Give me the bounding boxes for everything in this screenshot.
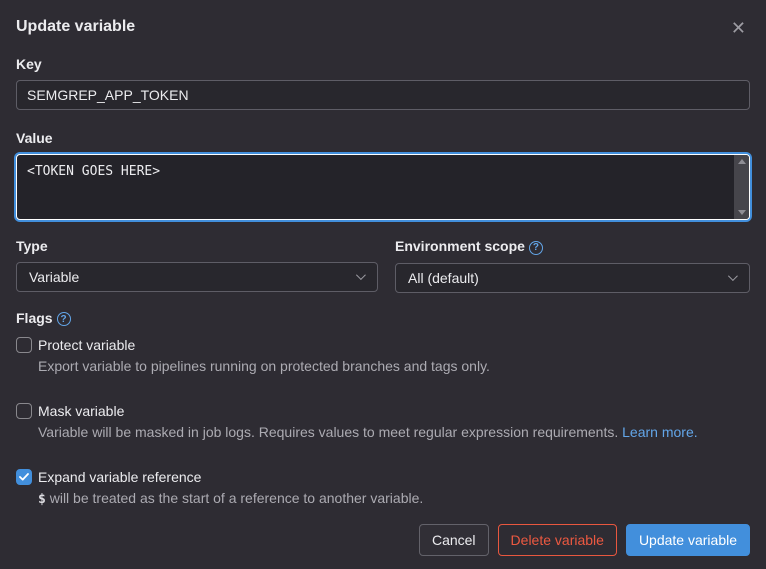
delete-variable-button[interactable]: Delete variable [498, 524, 617, 556]
chevron-down-icon [356, 270, 366, 280]
value-textarea-focus-ring: <TOKEN GOES HERE> [16, 154, 750, 220]
flags-section: Flags? Protect variable Export variable … [16, 310, 750, 511]
modal-footer: Cancel Delete variable Update variable [419, 524, 750, 556]
type-select-value: Variable [29, 269, 79, 285]
mask-variable-description: Variable will be masked in job logs. Req… [38, 422, 698, 442]
mask-variable-checkbox[interactable] [16, 403, 32, 419]
modal-header: Update variable ✕ [16, 16, 750, 39]
protect-variable-label: Protect variable [38, 336, 490, 354]
cancel-button[interactable]: Cancel [419, 524, 489, 556]
environment-scope-field-group: Environment scope? All (default) [395, 238, 750, 293]
environment-scope-label: Environment scope? [395, 238, 750, 255]
mask-variable-row: Mask variable Variable will be masked in… [16, 402, 750, 442]
update-variable-modal: Update variable ✕ Key Value <TOKEN GOES … [0, 0, 766, 569]
environment-scope-help-icon[interactable]: ? [529, 241, 543, 255]
modal-title: Update variable [16, 16, 135, 38]
mask-variable-label: Mask variable [38, 402, 698, 420]
expand-variable-reference-row: Expand variable reference $ will be trea… [16, 468, 750, 510]
expand-variable-reference-label: Expand variable reference [38, 468, 423, 486]
scroll-up-arrow-icon[interactable] [738, 159, 746, 164]
key-field-group: Key [16, 56, 750, 110]
scroll-down-arrow-icon[interactable] [738, 210, 746, 215]
textarea-scrollbar[interactable] [734, 155, 749, 219]
learn-more-link[interactable]: Learn more. [622, 424, 697, 440]
value-label: Value [16, 130, 750, 146]
environment-scope-select-value: All (default) [408, 270, 479, 286]
flags-help-icon[interactable]: ? [57, 312, 71, 326]
type-field-group: Type Variable [16, 238, 378, 293]
protect-variable-row: Protect variable Export variable to pipe… [16, 336, 750, 376]
close-icon[interactable]: ✕ [727, 17, 750, 39]
key-input[interactable] [16, 80, 750, 110]
chevron-down-icon [728, 271, 738, 281]
type-select[interactable]: Variable [16, 262, 378, 292]
dollar-symbol: $ [38, 492, 46, 507]
flags-label: Flags? [16, 310, 750, 327]
value-field-group: Value <TOKEN GOES HERE> [16, 130, 750, 220]
update-variable-button[interactable]: Update variable [626, 524, 750, 556]
type-env-row: Type Variable Environment scope? All (de… [16, 238, 750, 293]
value-textarea[interactable]: <TOKEN GOES HERE> [17, 155, 734, 219]
expand-variable-reference-checkbox[interactable] [16, 469, 32, 485]
key-label: Key [16, 56, 750, 72]
protect-variable-description: Export variable to pipelines running on … [38, 356, 490, 376]
environment-scope-select[interactable]: All (default) [395, 263, 750, 293]
type-label: Type [16, 238, 378, 254]
check-icon [19, 473, 29, 481]
expand-variable-reference-description: $ will be treated as the start of a refe… [38, 488, 423, 510]
protect-variable-checkbox[interactable] [16, 337, 32, 353]
